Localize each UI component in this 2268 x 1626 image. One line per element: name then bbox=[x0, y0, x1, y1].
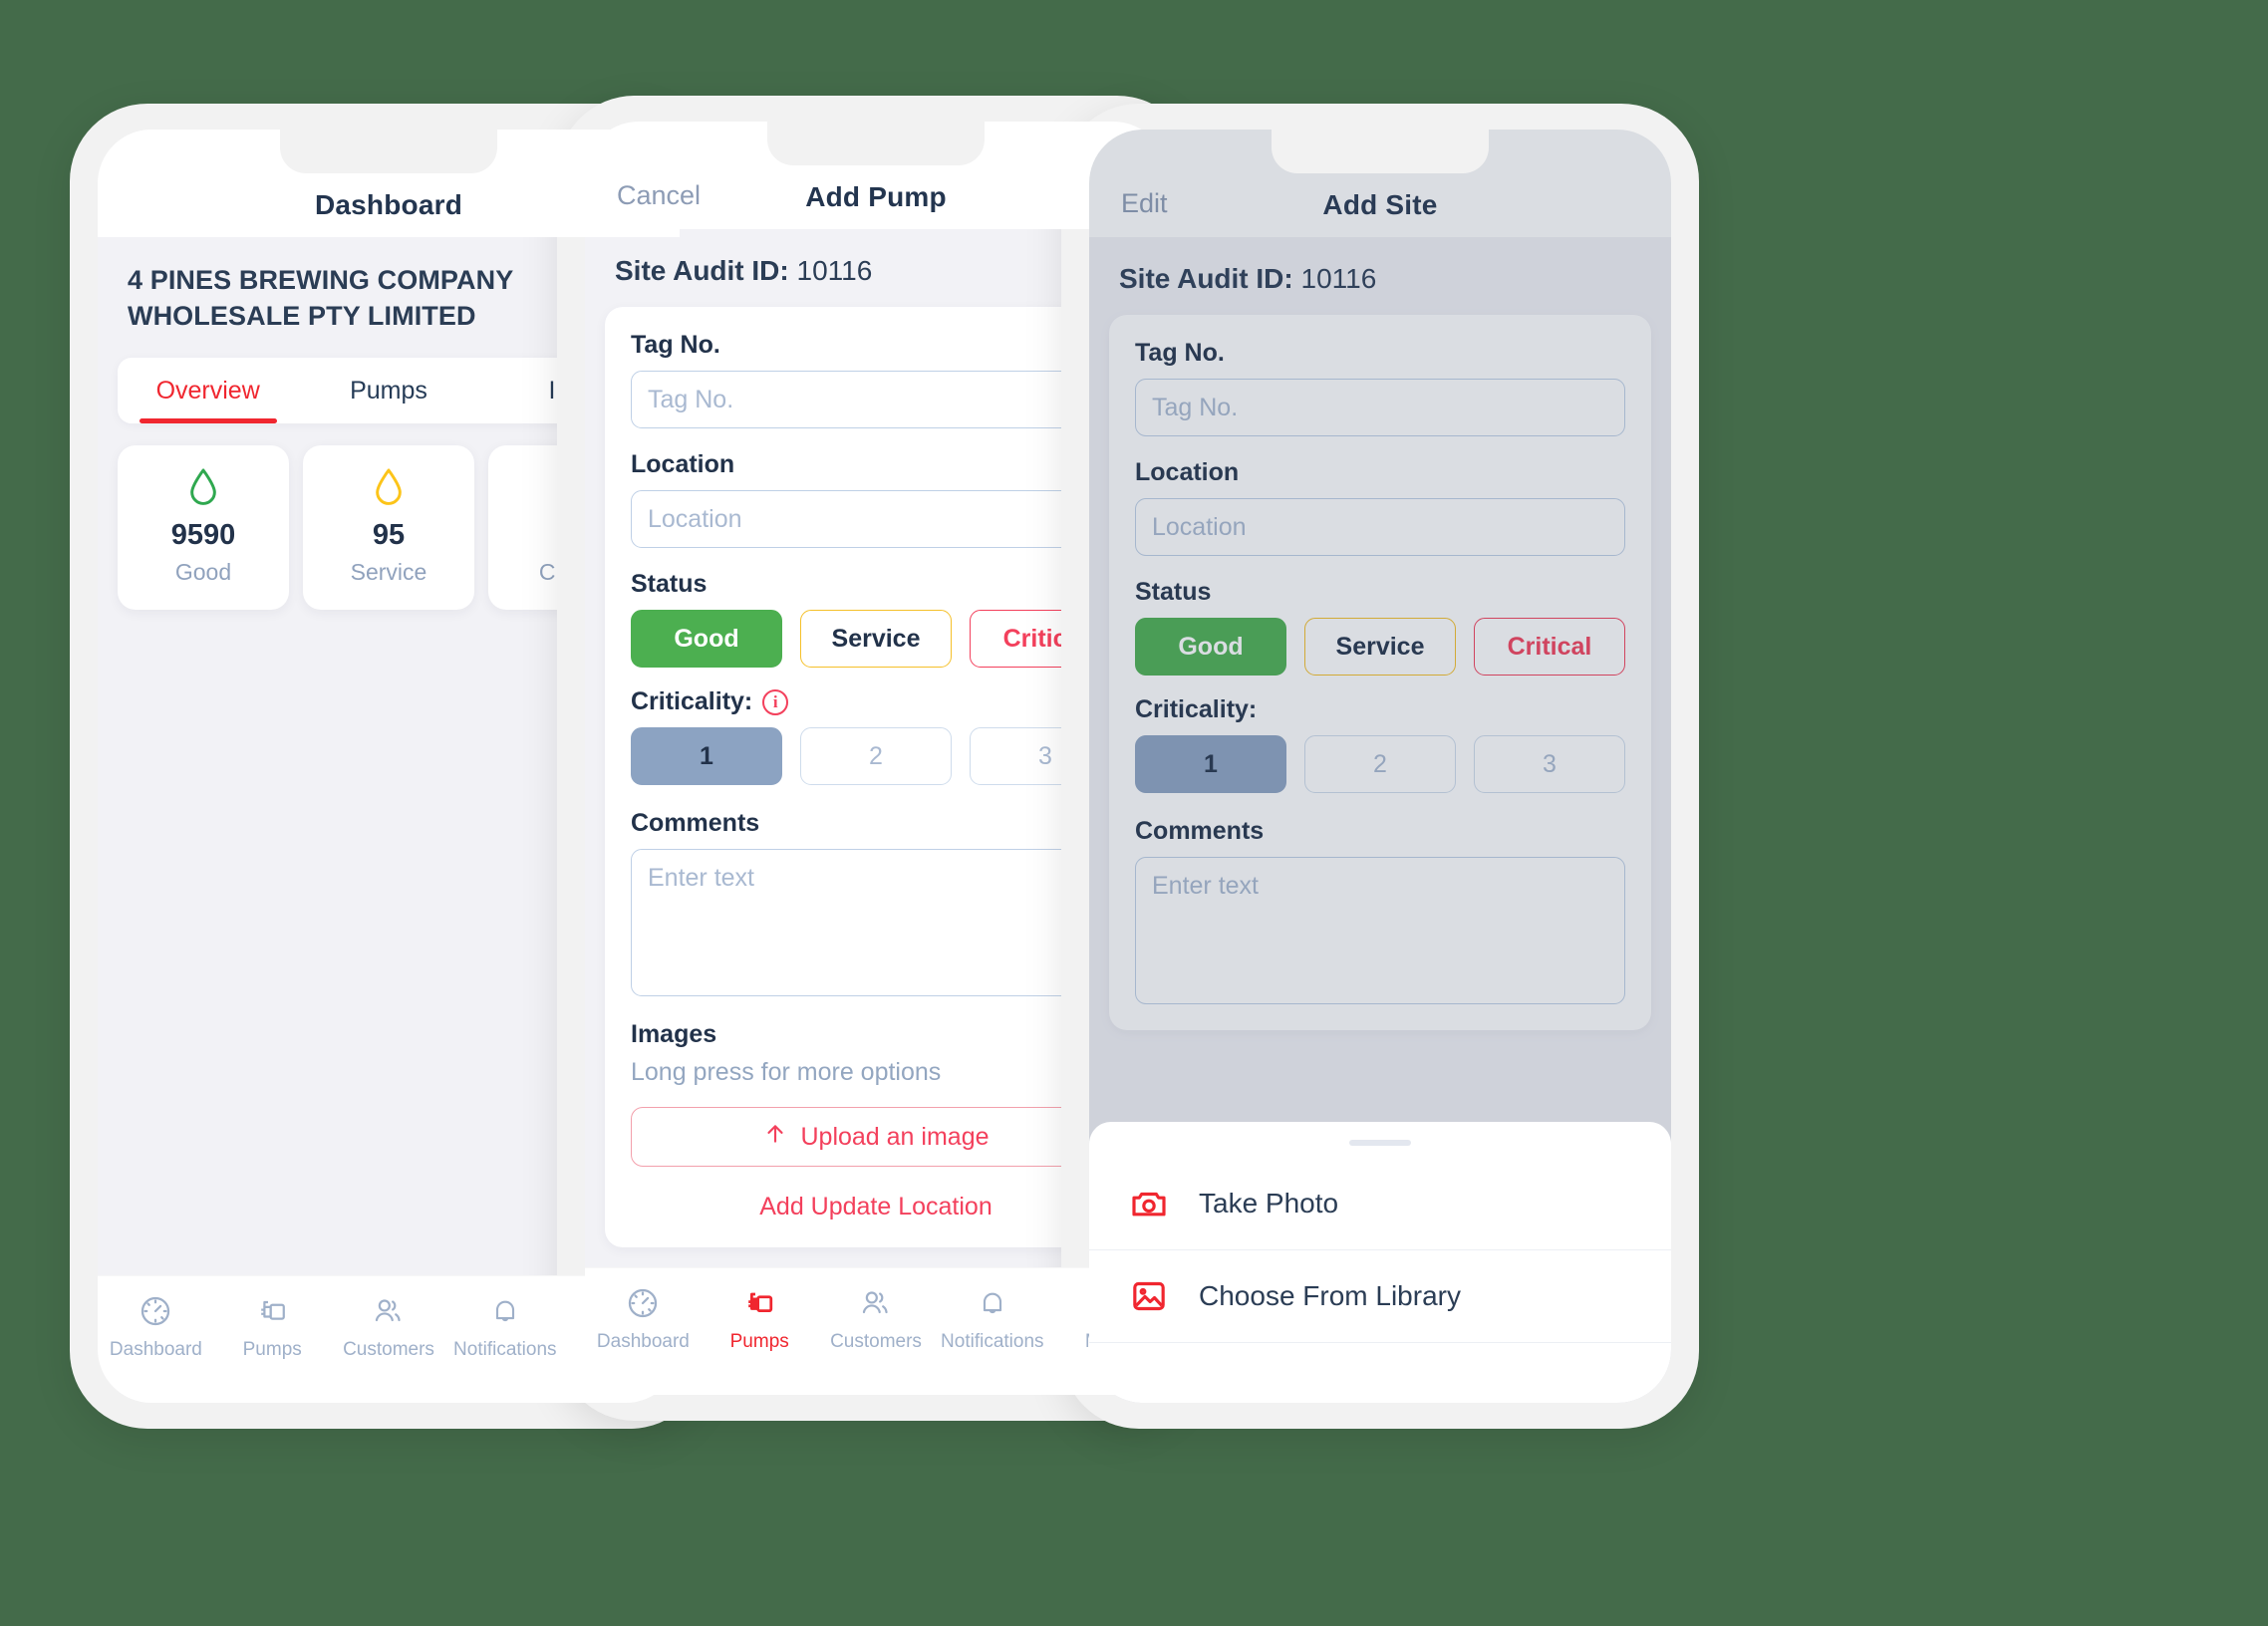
phone1-notch bbox=[280, 130, 497, 173]
sheet-grabber[interactable] bbox=[1349, 1140, 1411, 1146]
upload-image-button[interactable]: Upload an image bbox=[631, 1107, 1121, 1167]
bottom-nav-label: Notifications bbox=[941, 1331, 1044, 1352]
upload-arrow-icon bbox=[762, 1121, 788, 1154]
choose-from-library-label: Choose From Library bbox=[1199, 1280, 1461, 1311]
bell-icon bbox=[977, 1284, 1008, 1322]
status-service-button[interactable]: Service bbox=[800, 610, 952, 668]
phone2-notch bbox=[767, 122, 985, 165]
bottom-nav-label: Customers bbox=[343, 1339, 434, 1360]
phone2-bottom-nav: Dashboard Pumps Customers Notifications bbox=[585, 1267, 1167, 1395]
tag-no-label: Tag No. bbox=[631, 331, 720, 359]
criticality-label-row: Criticality: i bbox=[631, 687, 1121, 716]
stat-label: Good bbox=[174, 559, 232, 586]
tab-overview[interactable]: Overview bbox=[118, 358, 298, 424]
phone-add-site: Edit Add Site Site Audit ID: 10116 Tag N… bbox=[1061, 104, 1699, 1429]
tag-no-input[interactable]: Tag No. bbox=[631, 371, 1121, 428]
stat-value: 95 bbox=[372, 519, 406, 552]
bottom-nav-dashboard[interactable]: Dashboard bbox=[585, 1284, 702, 1353]
people-icon bbox=[858, 1284, 894, 1322]
gauge-icon bbox=[626, 1284, 660, 1322]
stat-value: 9590 bbox=[170, 519, 236, 552]
criticality-1-button[interactable]: 1 bbox=[631, 727, 782, 785]
people-icon bbox=[371, 1292, 407, 1330]
comments-textarea[interactable]: Enter text bbox=[631, 849, 1121, 996]
page-title: Dashboard bbox=[314, 189, 463, 220]
bottom-nav-pumps[interactable]: Pumps bbox=[214, 1292, 331, 1361]
phone3-screen: Edit Add Site Site Audit ID: 10116 Tag N… bbox=[1089, 130, 1671, 1403]
images-label: Images bbox=[631, 1020, 717, 1048]
status-good-button[interactable]: Good bbox=[631, 610, 782, 668]
bottom-nav-label: Dashboard bbox=[596, 1331, 690, 1352]
add-update-location-button[interactable]: Add Update Location bbox=[631, 1193, 1121, 1221]
status-label: Status bbox=[631, 570, 708, 598]
photo-library-icon bbox=[1127, 1274, 1171, 1318]
bottom-nav-label: Dashboard bbox=[109, 1339, 202, 1360]
info-circle-icon[interactable]: i bbox=[762, 688, 789, 715]
take-photo-item[interactable]: Take Photo bbox=[1089, 1158, 1671, 1249]
upload-image-label: Upload an image bbox=[800, 1122, 990, 1151]
bottom-nav-customers[interactable]: Customers bbox=[818, 1284, 935, 1353]
site-audit-id-value: 10116 bbox=[796, 255, 873, 286]
bottom-nav-dashboard[interactable]: Dashboard bbox=[98, 1292, 214, 1361]
water-drop-icon bbox=[118, 467, 289, 507]
water-drop-icon bbox=[303, 467, 474, 507]
gauge-icon bbox=[139, 1292, 172, 1330]
stat-card-service[interactable]: 95 Service bbox=[303, 445, 474, 611]
bottom-nav-pumps[interactable]: Pumps bbox=[702, 1284, 818, 1353]
criticality-button-group: 1 2 3 bbox=[631, 727, 1121, 785]
bottom-nav-label: Notifications bbox=[453, 1339, 557, 1360]
criticality-2-button[interactable]: 2 bbox=[800, 727, 952, 785]
camera-icon bbox=[1127, 1182, 1171, 1225]
bottom-nav-notifications[interactable]: Notifications bbox=[934, 1284, 1050, 1353]
sheet-divider bbox=[1089, 1342, 1671, 1343]
comments-label: Comments bbox=[631, 809, 760, 837]
stat-card-good[interactable]: 9590 Good bbox=[118, 445, 289, 611]
image-source-action-sheet: Take Photo Choose From Library bbox=[1089, 1122, 1671, 1403]
cancel-button[interactable]: Cancel bbox=[617, 180, 701, 211]
bottom-nav-label: Pumps bbox=[729, 1331, 789, 1352]
location-input[interactable]: Location bbox=[631, 490, 1121, 548]
stat-label: Service bbox=[350, 559, 427, 586]
phone3-notch bbox=[1272, 130, 1489, 173]
bottom-nav-notifications[interactable]: Notifications bbox=[446, 1292, 563, 1361]
bottom-nav-customers[interactable]: Customers bbox=[331, 1292, 447, 1361]
status-button-group: Good Service Critical bbox=[631, 610, 1121, 668]
bottom-nav-label: Pumps bbox=[242, 1339, 302, 1360]
bottom-nav-label: Customers bbox=[830, 1331, 922, 1352]
location-label: Location bbox=[631, 450, 735, 478]
bell-icon bbox=[489, 1292, 521, 1330]
take-photo-label: Take Photo bbox=[1199, 1188, 1339, 1219]
site-audit-id-label: Site Audit ID: bbox=[615, 255, 789, 286]
tab-pumps[interactable]: Pumps bbox=[298, 358, 478, 423]
choose-from-library-item[interactable]: Choose From Library bbox=[1089, 1250, 1671, 1342]
criticality-label: Criticality: bbox=[631, 687, 753, 715]
mockup-stage: Dashboard 4 PINES BREWING COMPANY WHOLES… bbox=[0, 0, 2268, 1626]
pump-icon bbox=[741, 1284, 777, 1322]
pump-icon bbox=[254, 1292, 290, 1330]
images-hint: Long press for more options bbox=[631, 1058, 942, 1086]
